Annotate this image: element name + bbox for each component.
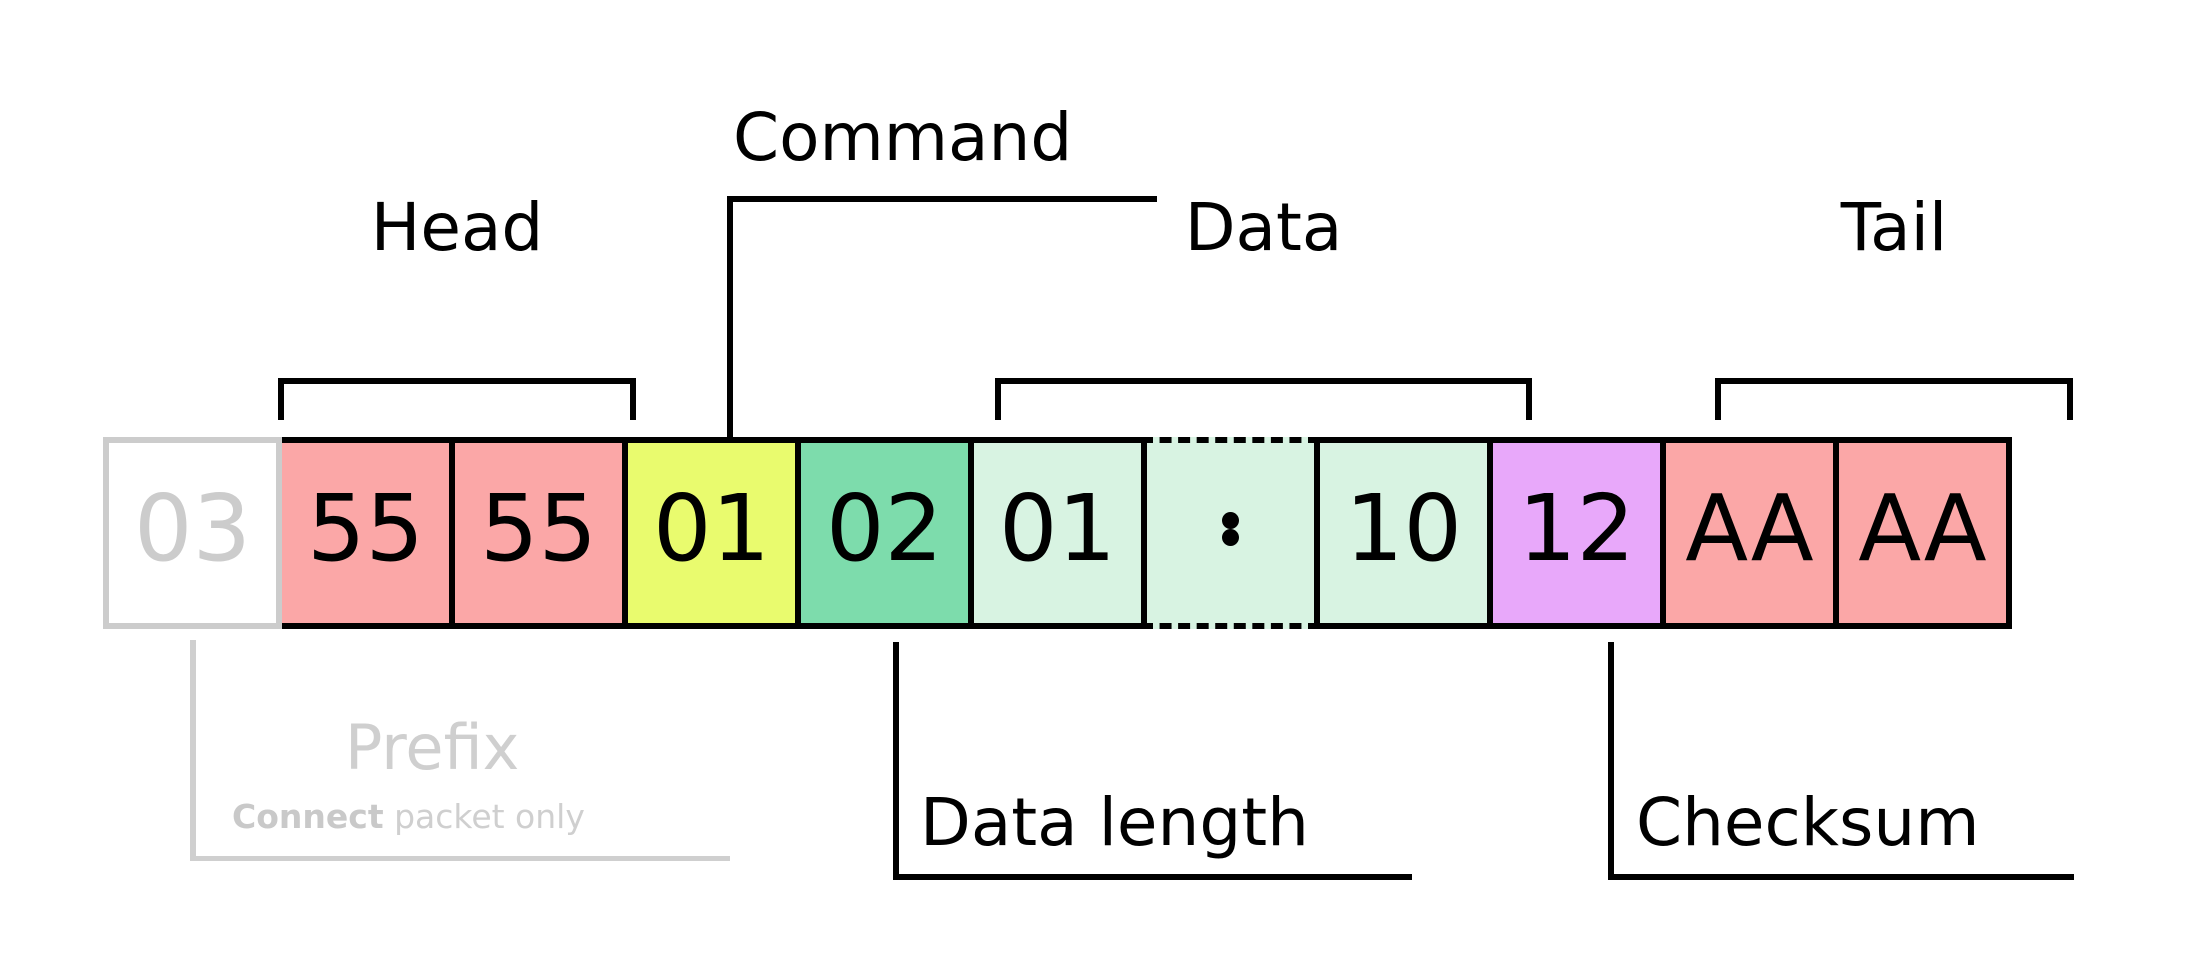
bracket-head [278, 378, 636, 420]
byte-cell-head-1[interactable]: 55 [276, 437, 455, 629]
byte-value-data-2: 10 [1344, 475, 1463, 582]
byte-cell-prefix[interactable]: 03 [103, 437, 282, 629]
prefix-note-leader-horizontal [190, 856, 730, 861]
bracket-label-tail: Tail [1840, 189, 1948, 266]
prefix-note-rest: packet only [383, 797, 585, 836]
bracket-label-head: Head [370, 189, 544, 266]
callout-leader-checksum-vertical [1608, 642, 1614, 880]
callout-leader-data-length-horizontal [893, 874, 1412, 880]
ellipsis-icon [1222, 512, 1239, 546]
byte-row: 03 55 55 01 02 01 10 12 AA AA [103, 437, 2012, 629]
prefix-note-leader-vertical [190, 640, 196, 861]
callout-label-data-length: Data length [920, 784, 1309, 861]
bracket-data [995, 378, 1532, 420]
byte-cell-checksum[interactable]: 12 [1487, 437, 1666, 629]
byte-cell-data-length[interactable]: 02 [795, 437, 974, 629]
byte-value-prefix: 03 [133, 475, 252, 582]
prefix-note-emphasis: Connect [232, 797, 384, 836]
byte-cell-data-gap[interactable] [1141, 437, 1320, 629]
byte-value-tail-2: AA [1858, 475, 1987, 582]
callout-label-command: Command [733, 99, 1073, 176]
callout-leader-data-length-vertical [893, 642, 899, 880]
byte-value-tail-1: AA [1685, 475, 1814, 582]
byte-cell-data-1[interactable]: 01 [968, 437, 1147, 629]
callout-leader-checksum-horizontal [1608, 874, 2074, 880]
byte-cell-data-2[interactable]: 10 [1314, 437, 1493, 629]
byte-cell-tail-2[interactable]: AA [1833, 437, 2012, 629]
bracket-tail [1715, 378, 2073, 420]
byte-cell-tail-1[interactable]: AA [1660, 437, 1839, 629]
byte-value-data-length: 02 [825, 475, 944, 582]
callout-label-checksum: Checksum [1636, 784, 1980, 861]
byte-cell-head-2[interactable]: 55 [449, 437, 628, 629]
callout-leader-command-vertical [727, 196, 733, 441]
prefix-note-subtitle: Connect packet only [232, 800, 585, 833]
byte-value-head-2: 55 [479, 475, 598, 582]
prefix-note-title: Prefix [345, 711, 520, 784]
byte-value-data-1: 01 [998, 475, 1117, 582]
byte-value-command: 01 [652, 475, 771, 582]
byte-cell-command[interactable]: 01 [622, 437, 801, 629]
callout-leader-command-horizontal [727, 196, 1157, 202]
byte-value-checksum: 12 [1517, 475, 1636, 582]
bracket-label-data: Data [1184, 189, 1343, 266]
byte-value-head-1: 55 [306, 475, 425, 582]
packet-diagram: Head Data Tail Command 03 55 55 01 02 01 [0, 0, 2197, 961]
